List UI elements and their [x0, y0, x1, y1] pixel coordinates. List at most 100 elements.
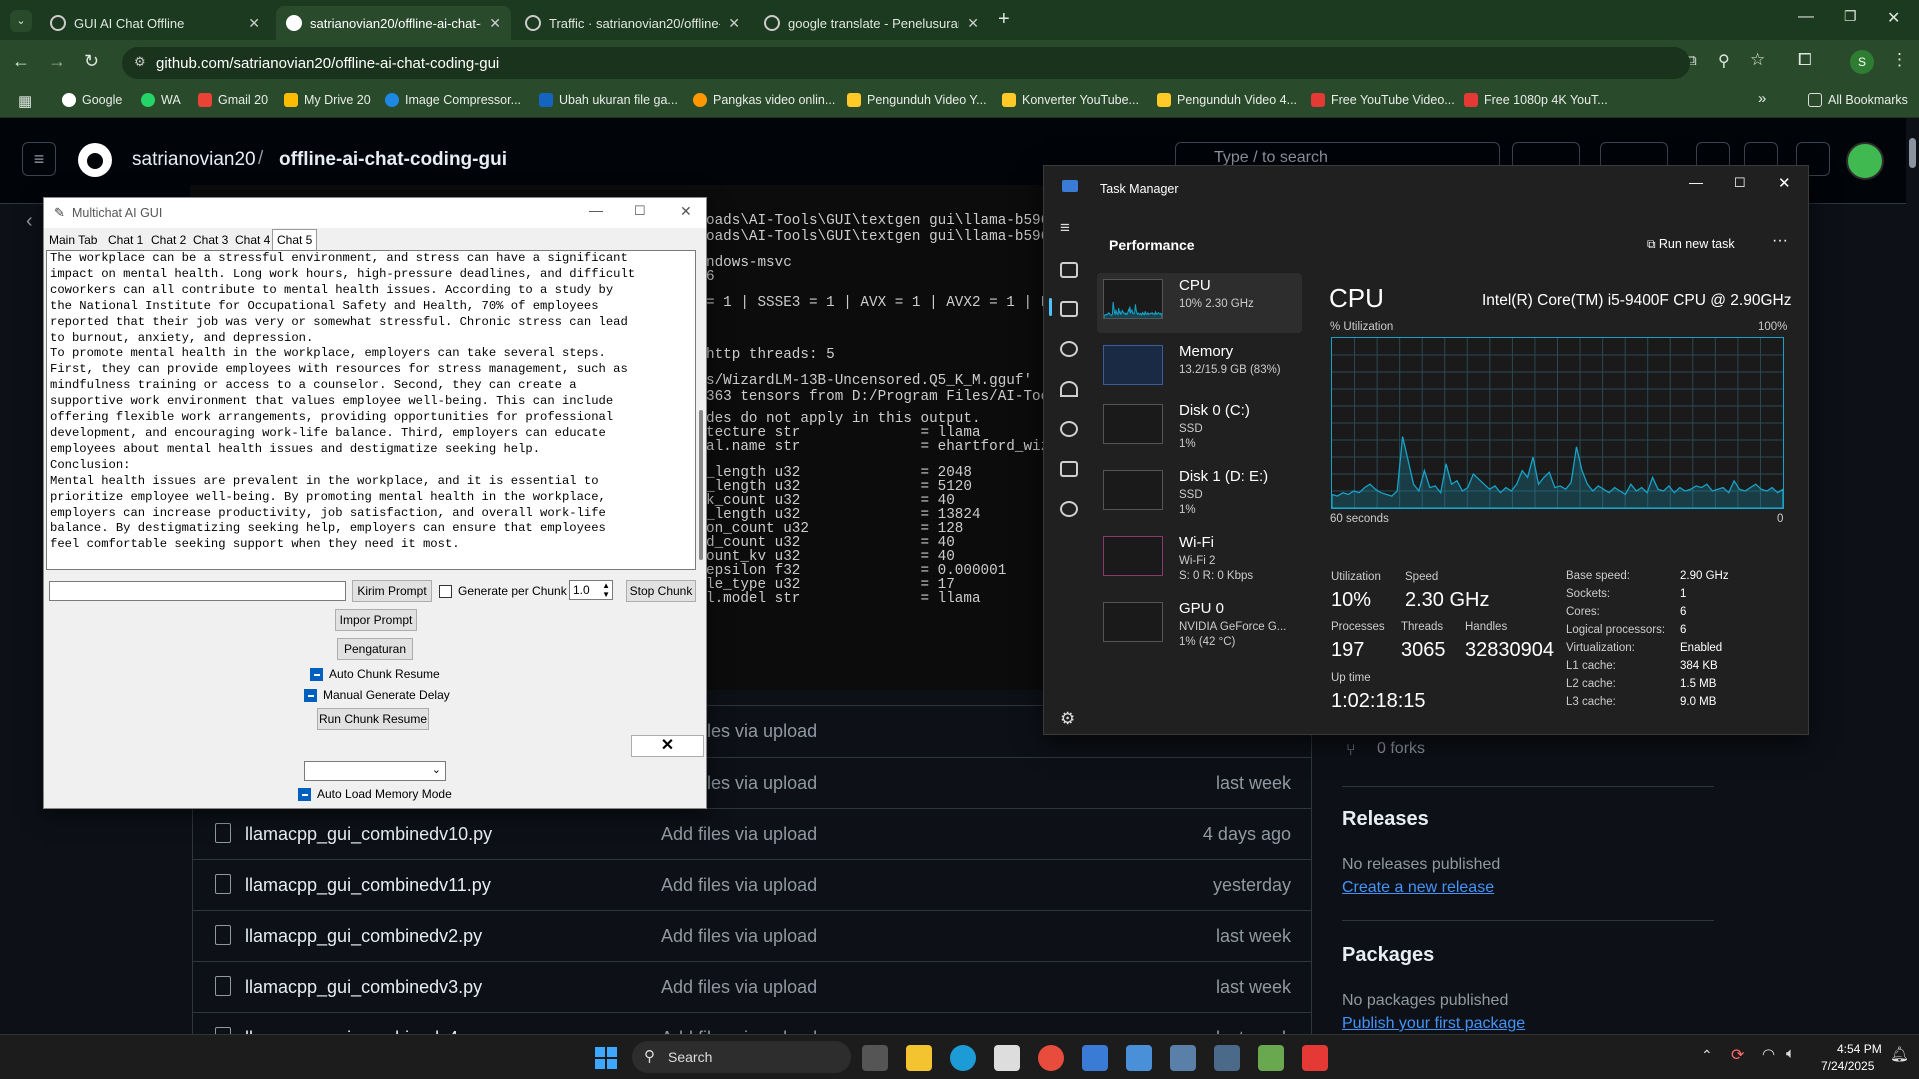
table-row[interactable]: llamacpp_gui_combinedv2.py Add files via… [193, 910, 1311, 961]
bookmark-item[interactable]: Gmail 20 [198, 93, 268, 107]
minimize-icon[interactable]: — [1689, 174, 1703, 190]
store-icon[interactable] [994, 1045, 1020, 1071]
browser-tab[interactable]: google translate - Penelusuran Google ✕ [754, 6, 989, 40]
tab-chat-2[interactable]: Chat 2 [148, 232, 189, 248]
tab-chat-3[interactable]: Chat 3 [190, 232, 231, 248]
volume-icon[interactable]: 🔈︎ [1786, 1045, 1795, 1062]
more-options-icon[interactable]: ··· [1772, 232, 1788, 250]
left-chevron-icon[interactable]: ‹ [26, 210, 33, 233]
details-icon[interactable] [1060, 461, 1078, 477]
spin-arrows-icon[interactable]: ▲ ▼ [602, 581, 610, 599]
back-icon[interactable]: ← [12, 51, 30, 72]
browser-tab-active[interactable]: satrianovian20/offline-ai-chat-coding-gu… [276, 6, 511, 40]
clock-date[interactable]: 7/24/2025 [1821, 1059, 1874, 1073]
perf-item-disk1[interactable]: Disk 1 (D: E:) SSD 1% [1097, 464, 1302, 524]
edge-icon[interactable] [950, 1045, 976, 1071]
chrome-icon[interactable] [1038, 1045, 1064, 1071]
auto-load-memory-checkbox[interactable]: Auto Load Memory Mode [298, 787, 452, 801]
tab-main[interactable]: Main Tab [46, 232, 100, 248]
tab-chat-5[interactable]: Chat 5 [272, 229, 318, 250]
bookmark-item[interactable]: Konverter YouTube... [1002, 93, 1139, 107]
bookmark-item[interactable]: Pangkas video onlin... [693, 93, 835, 107]
tab-search-button[interactable]: ⌄ [10, 10, 32, 32]
services-icon[interactable] [1060, 501, 1078, 517]
wifi-icon[interactable]: ◠ [1762, 1045, 1775, 1063]
repo-name[interactable]: offline-ai-chat-coding-gui [279, 149, 507, 171]
close-tab-icon[interactable]: ✕ [967, 15, 979, 32]
close-tab-icon[interactable]: ✕ [489, 15, 501, 32]
bookmark-item[interactable]: Image Compressor... [385, 93, 521, 107]
processes-icon[interactable] [1060, 262, 1078, 278]
file-explorer-icon[interactable] [906, 1045, 932, 1071]
bookmark-item[interactable]: Free YouTube Video... [1311, 93, 1455, 107]
table-row[interactable]: llamacpp_gui_combinedv10.py Add files vi… [193, 808, 1311, 859]
menu-dots-icon[interactable]: ⋮ [1891, 50, 1908, 70]
chunk-spinbox[interactable]: 1.0 ▲ ▼ [569, 580, 613, 600]
bookmark-item[interactable]: My Drive 20 [284, 93, 371, 107]
settings-button[interactable]: Pengaturan [337, 638, 413, 660]
more-bookmarks-button[interactable]: » [1758, 90, 1766, 107]
editor-icon[interactable] [1258, 1045, 1284, 1071]
performance-icon[interactable] [1060, 301, 1078, 317]
reload-icon[interactable]: ↻ [84, 51, 99, 72]
bookmark-item[interactable]: Free 1080p 4K YouT... [1464, 93, 1608, 107]
notepad-icon[interactable] [1126, 1045, 1152, 1071]
address-bar[interactable]: ⚙ github.com/satrianovian20/offline-ai-c… [122, 47, 1690, 79]
table-row[interactable]: llamacpp_gui_combinedv3.py Add files via… [193, 961, 1311, 1012]
bookmark-item[interactable]: Pengunduh Video Y... [847, 93, 987, 107]
site-info-icon[interactable]: ⚙ [134, 54, 146, 70]
avatar[interactable]: S [1850, 50, 1874, 74]
hamburger-menu-button[interactable]: ≡ [22, 142, 56, 176]
stop-chunk-button[interactable]: Stop Chunk [626, 580, 696, 602]
import-prompt-button[interactable]: Impor Prompt [335, 609, 417, 631]
all-bookmarks[interactable]: All Bookmarks [1808, 93, 1908, 107]
prompt-input[interactable] [49, 581, 346, 601]
close-tab-icon[interactable]: ✕ [728, 15, 740, 32]
releases-heading[interactable]: Releases [1342, 808, 1429, 831]
start-button[interactable] [595, 1047, 617, 1069]
hamburger-icon[interactable]: ≡ [1060, 218, 1070, 238]
perf-item-disk0[interactable]: Disk 0 (C:) SSD 1% [1097, 398, 1302, 458]
maximize-icon[interactable]: ☐ [634, 203, 646, 219]
settings-icon[interactable]: ⚙ [1060, 709, 1075, 729]
window-titlebar[interactable]: ✎ Multichat AI GUI — ☐ ✕ [44, 198, 706, 228]
perf-item-gpu[interactable]: GPU 0 NVIDIA GeForce G... 1% (42 °C) [1097, 596, 1302, 656]
close-tab-icon[interactable]: ✕ [248, 15, 260, 32]
minimize-icon[interactable]: — [1798, 8, 1814, 26]
bookmark-item[interactable]: Ubah ukuran file ga... [539, 93, 678, 107]
output-scrollbar[interactable] [696, 250, 706, 570]
notification-bell-icon[interactable]: 🔔︎ [1890, 1045, 1909, 1063]
publish-package-link[interactable]: Publish your first package [1342, 1015, 1525, 1033]
bookmark-item[interactable]: WA [141, 93, 181, 107]
close-panel-button[interactable]: ✕ [631, 735, 704, 757]
apps-grid-icon[interactable]: ▦ [18, 92, 32, 110]
page-scrollbar[interactable] [1906, 118, 1919, 1034]
packages-heading[interactable]: Packages [1342, 944, 1434, 967]
python-icon[interactable] [1170, 1045, 1196, 1071]
close-window-icon[interactable]: ✕ [680, 203, 692, 220]
taskbar-search[interactable]: ⚲ Search [632, 1041, 851, 1073]
users-icon[interactable] [1060, 421, 1078, 437]
create-release-link[interactable]: Create a new release [1342, 879, 1494, 897]
tab-chat-4[interactable]: Chat 4 [232, 232, 273, 248]
clock-time[interactable]: 4:54 PM [1837, 1042, 1882, 1056]
memory-select[interactable]: ⌄ [304, 761, 446, 781]
app-icon[interactable] [1302, 1045, 1328, 1071]
browser-tab[interactable]: GUI AI Chat Offline ✕ [40, 6, 270, 40]
task-view-icon[interactable] [862, 1045, 888, 1071]
extensions-icon[interactable]: ⧠ [1798, 50, 1812, 70]
minimize-icon[interactable]: — [589, 202, 603, 218]
sync-icon[interactable]: ⟳ [1731, 1045, 1744, 1065]
new-tab-button[interactable]: + [998, 8, 1010, 31]
restore-icon[interactable]: ❐ [1844, 8, 1857, 25]
perf-item-wifi[interactable]: Wi-Fi Wi-Fi 2 S: 0 R: 0 Kbps [1097, 530, 1302, 590]
auto-chunk-resume-checkbox[interactable]: Auto Chunk Resume [310, 667, 440, 681]
table-row[interactable]: llamacpp_gui_combinedv11.py Add files vi… [193, 859, 1311, 910]
bookmark-item[interactable]: Google [62, 93, 122, 107]
python-idle-icon[interactable] [1214, 1045, 1240, 1071]
perf-item-cpu[interactable]: CPU 10% 2.30 GHz [1097, 273, 1302, 333]
chat-output[interactable]: The workplace can be a stressful environ… [46, 250, 696, 570]
send-prompt-button[interactable]: Kirim Prompt [352, 580, 432, 602]
browser-tab[interactable]: Traffic · satrianovian20/offline-ai-chat… [515, 6, 750, 40]
app-history-icon[interactable] [1060, 341, 1078, 357]
